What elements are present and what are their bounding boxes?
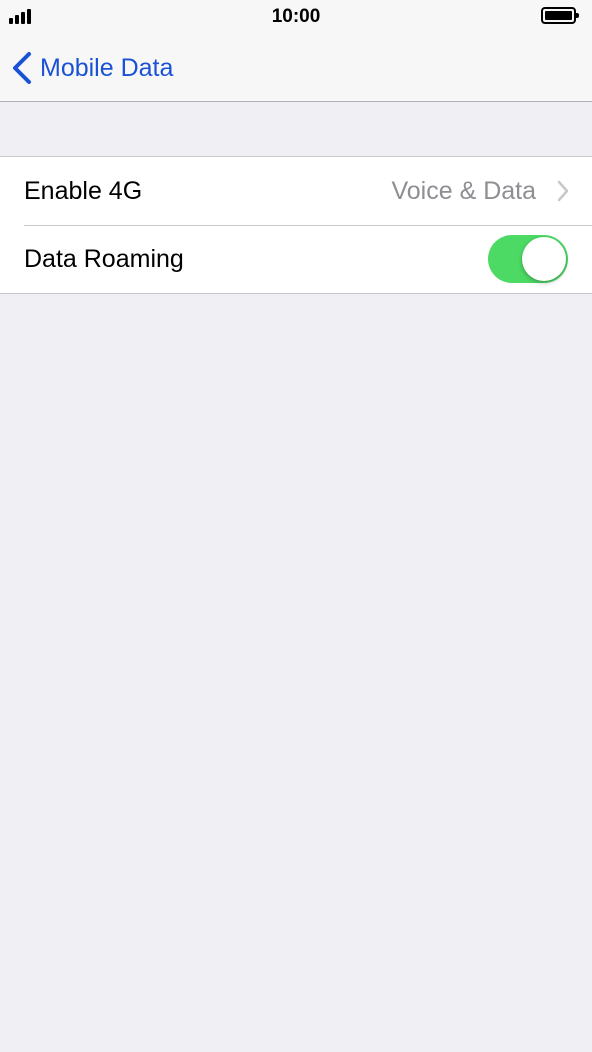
- status-time: 10:00: [271, 6, 321, 27]
- back-button-label: Mobile Data: [40, 53, 174, 82]
- battery-icon: [541, 7, 579, 24]
- chevron-left-icon: [13, 52, 31, 84]
- row-label: Data Roaming: [24, 244, 184, 273]
- data-roaming-toggle[interactable]: [488, 235, 568, 283]
- chevron-right-icon: [557, 180, 569, 202]
- status-bar: 10:00: [0, 0, 592, 34]
- row-label: Enable 4G: [24, 176, 143, 205]
- toggle-knob: [522, 237, 566, 281]
- row-value: Voice & Data: [391, 176, 536, 205]
- navigation-bar: Mobile Data: [0, 34, 592, 102]
- settings-table: Enable 4G Voice & Data Data Roaming: [0, 156, 592, 294]
- settings-row-enable-4g[interactable]: Enable 4G Voice & Data: [0, 157, 592, 225]
- back-button[interactable]: Mobile Data: [10, 48, 173, 88]
- settings-row-data-roaming: Data Roaming: [0, 225, 592, 293]
